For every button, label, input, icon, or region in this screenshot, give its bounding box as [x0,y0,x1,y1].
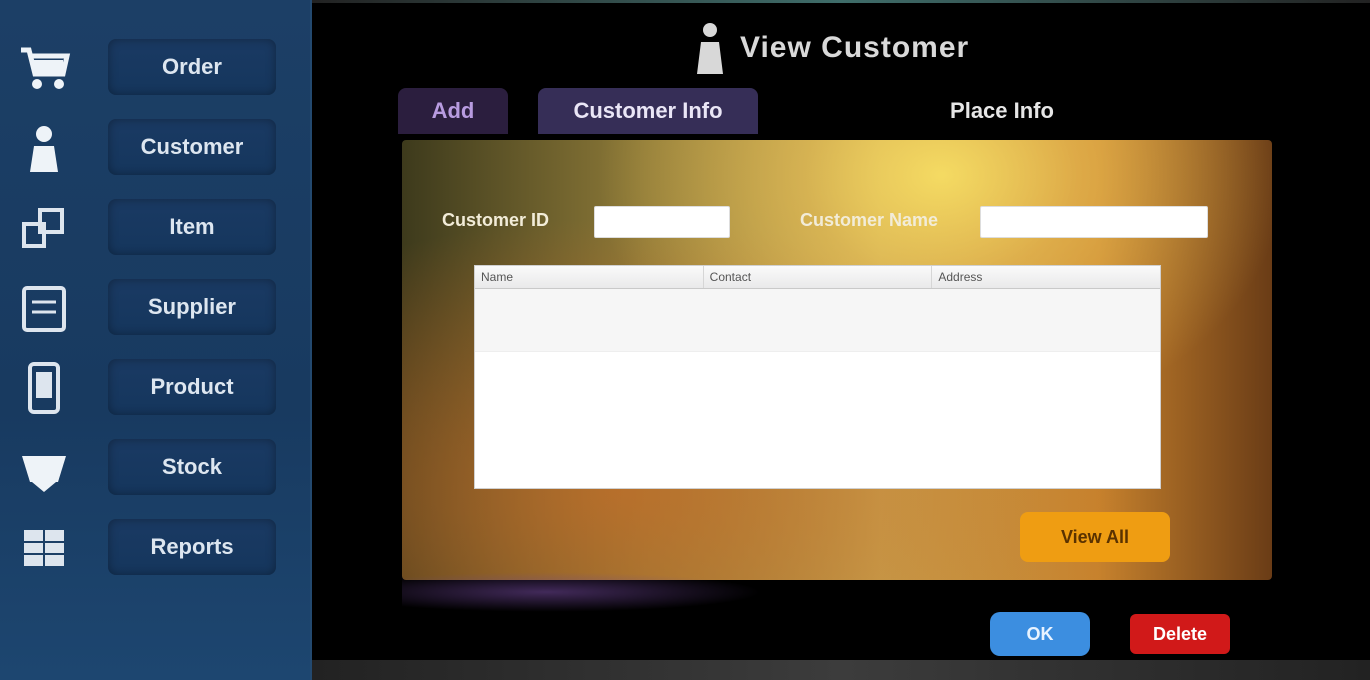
decorative-glow [402,572,762,612]
sidebar-button-reports[interactable]: Reports [108,519,276,575]
sidebar-button-stock[interactable]: Stock [108,439,276,495]
tablet-icon [14,362,74,414]
column-header-address[interactable]: Address [932,266,1160,288]
cart-icon [14,43,74,93]
sidebar-item-item[interactable]: Item [0,195,300,255]
customer-name-input[interactable] [980,206,1208,238]
view-all-button[interactable]: View All [1020,512,1170,562]
sidebar-item-product[interactable]: Product [0,355,300,415]
customer-panel: Customer ID Customer Name Name Contact A… [402,140,1272,580]
sidebar-item-reports[interactable]: Reports [0,515,300,575]
sidebar-item-stock[interactable]: Stock [0,435,300,495]
top-divider [312,0,1370,3]
customer-id-input[interactable] [594,206,730,238]
clipboard-icon [14,283,74,333]
sidebar-button-customer[interactable]: Customer [108,119,276,175]
tab-place-info[interactable]: Place Info [902,88,1102,134]
person-icon [692,20,728,76]
customer-id-label: Customer ID [442,210,550,230]
sidebar-button-supplier[interactable]: Supplier [108,279,276,335]
person-icon [14,123,74,173]
customer-name-label: Customer Name [800,210,939,230]
page-title: View Customer [740,31,970,64]
ok-button[interactable]: OK [990,612,1090,656]
basket-icon [14,443,74,493]
tab-add[interactable]: Add [398,88,508,134]
sidebar-item-supplier[interactable]: Supplier [0,275,300,335]
column-header-contact[interactable]: Contact [704,266,933,288]
boxes-icon [14,203,74,253]
delete-button[interactable]: Delete [1130,614,1230,654]
bottom-strip [312,660,1370,680]
sidebar: Order Customer Item Supplier Product Sto… [0,0,312,680]
sidebar-button-item[interactable]: Item [108,199,276,255]
grid-icon [14,523,74,573]
table-header: Name Contact Address [475,266,1160,289]
table-row[interactable] [475,289,1160,352]
customer-table: Name Contact Address [474,265,1161,489]
sidebar-item-customer[interactable]: Customer [0,115,300,175]
sidebar-button-order[interactable]: Order [108,39,276,95]
page-header: View Customer [692,18,969,78]
tab-customer-info[interactable]: Customer Info [538,88,758,134]
main-area: View Customer Add Customer Info Place In… [312,0,1370,680]
column-header-name[interactable]: Name [475,266,704,288]
sidebar-item-order[interactable]: Order [0,35,300,95]
sidebar-button-product[interactable]: Product [108,359,276,415]
